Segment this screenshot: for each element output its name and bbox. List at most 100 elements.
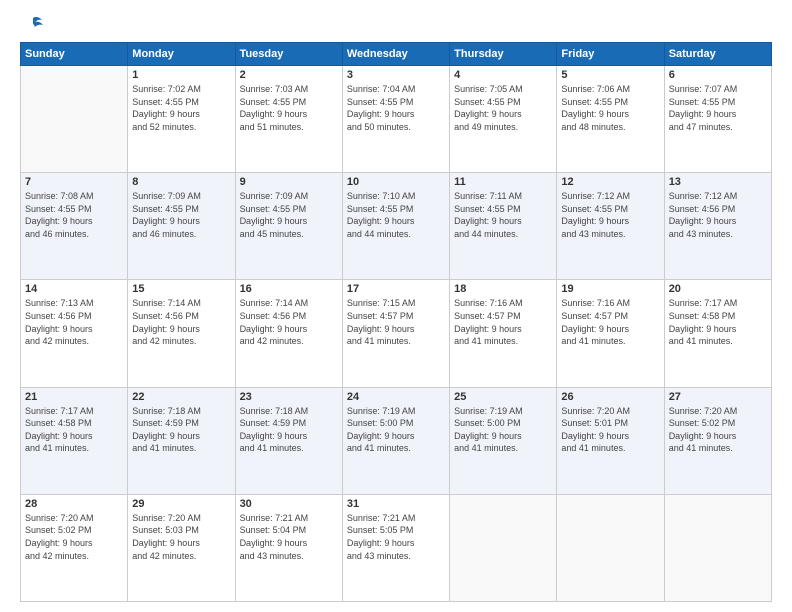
calendar-cell: 14Sunrise: 7:13 AM Sunset: 4:56 PM Dayli… — [21, 280, 128, 387]
day-info: Sunrise: 7:03 AM Sunset: 4:55 PM Dayligh… — [240, 83, 338, 133]
day-info: Sunrise: 7:12 AM Sunset: 4:56 PM Dayligh… — [669, 190, 767, 240]
day-number: 30 — [240, 498, 338, 510]
calendar-cell: 18Sunrise: 7:16 AM Sunset: 4:57 PM Dayli… — [450, 280, 557, 387]
calendar-cell: 11 Sunrise: 7:11 AM Sunset: 4:55 PM Dayli… — [450, 173, 557, 280]
day-number: 16 — [240, 283, 338, 295]
day-number: 31 — [347, 498, 445, 510]
calendar-cell: 19 Sunrise: 7:16 AM Sunset: 4:57 PM Dayli… — [557, 280, 664, 387]
calendar-cell: 1 Sunrise: 7:02 AM Sunset: 4:55 PM Daylig… — [128, 66, 235, 173]
day-number: 11 — [454, 176, 552, 188]
calendar-cell — [450, 494, 557, 601]
day-info: Sunrise: 7:20 AM Sunset: 5:01 PM Dayligh… — [561, 405, 659, 455]
day-info: Sunrise: 7:11 AM Sunset: 4:55 PM Dayligh… — [454, 190, 552, 240]
day-info: Sunrise: 7:05 AM Sunset: 4:55 PM Dayligh… — [454, 83, 552, 133]
calendar-cell: 17 Sunrise: 7:15 AM Sunset: 4:57 PM Dayli… — [342, 280, 449, 387]
calendar-cell: 25Sunrise: 7:19 AM Sunset: 5:00 PM Dayli… — [450, 387, 557, 494]
day-info: Sunrise: 7:10 AM Sunset: 4:55 PM Dayligh… — [347, 190, 445, 240]
day-number: 23 — [240, 391, 338, 403]
day-number: 1 — [132, 69, 230, 81]
calendar-header-row: SundayMondayTuesdayWednesdayThursdayFrid… — [21, 43, 772, 66]
day-number: 6 — [669, 69, 767, 81]
calendar-cell: 28 Sunrise: 7:20 AM Sunset: 5:02 PM Dayli… — [21, 494, 128, 601]
calendar-cell: 13 Sunrise: 7:12 AM Sunset: 4:56 PM Dayli… — [664, 173, 771, 280]
day-number: 14 — [25, 283, 123, 295]
day-info: Sunrise: 7:02 AM Sunset: 4:55 PM Dayligh… — [132, 83, 230, 133]
day-info: Sunrise: 7:07 AM Sunset: 4:55 PM Dayligh… — [669, 83, 767, 133]
day-number: 28 — [25, 498, 123, 510]
calendar-cell: 30 Sunrise: 7:21 AM Sunset: 5:04 PM Dayli… — [235, 494, 342, 601]
day-number: 4 — [454, 69, 552, 81]
day-number: 9 — [240, 176, 338, 188]
day-number: 27 — [669, 391, 767, 403]
calendar-cell — [21, 66, 128, 173]
calendar-cell: 9 Sunrise: 7:09 AM Sunset: 4:55 PM Daylig… — [235, 173, 342, 280]
logo-bird-icon — [22, 16, 44, 34]
day-info: Sunrise: 7:18 AM Sunset: 4:59 PM Dayligh… — [132, 405, 230, 455]
day-info: Sunrise: 7:09 AM Sunset: 4:55 PM Dayligh… — [240, 190, 338, 240]
calendar-cell: 15 Sunrise: 7:14 AM Sunset: 4:56 PM Dayli… — [128, 280, 235, 387]
calendar-header-monday: Monday — [128, 43, 235, 66]
day-number: 7 — [25, 176, 123, 188]
day-info: Sunrise: 7:21 AM Sunset: 5:04 PM Dayligh… — [240, 512, 338, 562]
day-number: 3 — [347, 69, 445, 81]
calendar-cell: 23 Sunrise: 7:18 AM Sunset: 4:59 PM Dayli… — [235, 387, 342, 494]
calendar-header-tuesday: Tuesday — [235, 43, 342, 66]
calendar-cell: 10 Sunrise: 7:10 AM Sunset: 4:55 PM Dayli… — [342, 173, 449, 280]
day-number: 5 — [561, 69, 659, 81]
day-number: 12 — [561, 176, 659, 188]
day-info: Sunrise: 7:20 AM Sunset: 5:02 PM Dayligh… — [669, 405, 767, 455]
day-number: 17 — [347, 283, 445, 295]
calendar-cell: 5 Sunrise: 7:06 AM Sunset: 4:55 PM Daylig… — [557, 66, 664, 173]
calendar-cell: 3 Sunrise: 7:04 AM Sunset: 4:55 PM Daylig… — [342, 66, 449, 173]
day-number: 21 — [25, 391, 123, 403]
calendar-cell: 16Sunrise: 7:14 AM Sunset: 4:56 PM Dayli… — [235, 280, 342, 387]
day-info: Sunrise: 7:16 AM Sunset: 4:57 PM Dayligh… — [454, 297, 552, 347]
day-info: Sunrise: 7:15 AM Sunset: 4:57 PM Dayligh… — [347, 297, 445, 347]
day-info: Sunrise: 7:04 AM Sunset: 4:55 PM Dayligh… — [347, 83, 445, 133]
calendar-cell: 8 Sunrise: 7:09 AM Sunset: 4:55 PM Daylig… — [128, 173, 235, 280]
calendar-table: SundayMondayTuesdayWednesdayThursdayFrid… — [20, 42, 772, 602]
day-number: 19 — [561, 283, 659, 295]
calendar-cell: 26Sunrise: 7:20 AM Sunset: 5:01 PM Dayli… — [557, 387, 664, 494]
day-info: Sunrise: 7:09 AM Sunset: 4:55 PM Dayligh… — [132, 190, 230, 240]
calendar-cell: 22Sunrise: 7:18 AM Sunset: 4:59 PM Dayli… — [128, 387, 235, 494]
day-number: 8 — [132, 176, 230, 188]
calendar-week-row: 28 Sunrise: 7:20 AM Sunset: 5:02 PM Dayli… — [21, 494, 772, 601]
day-number: 15 — [132, 283, 230, 295]
calendar-cell: 6 Sunrise: 7:07 AM Sunset: 4:55 PM Daylig… — [664, 66, 771, 173]
calendar-cell: 27 Sunrise: 7:20 AM Sunset: 5:02 PM Dayli… — [664, 387, 771, 494]
calendar-cell: 20 Sunrise: 7:17 AM Sunset: 4:58 PM Dayli… — [664, 280, 771, 387]
day-number: 13 — [669, 176, 767, 188]
calendar-cell: 12Sunrise: 7:12 AM Sunset: 4:55 PM Dayli… — [557, 173, 664, 280]
calendar-cell: 31 Sunrise: 7:21 AM Sunset: 5:05 PM Dayli… — [342, 494, 449, 601]
calendar-cell: 7 Sunrise: 7:08 AM Sunset: 4:55 PM Daylig… — [21, 173, 128, 280]
calendar-week-row: 14Sunrise: 7:13 AM Sunset: 4:56 PM Dayli… — [21, 280, 772, 387]
calendar-week-row: 1 Sunrise: 7:02 AM Sunset: 4:55 PM Daylig… — [21, 66, 772, 173]
day-info: Sunrise: 7:18 AM Sunset: 4:59 PM Dayligh… — [240, 405, 338, 455]
calendar-cell: 4 Sunrise: 7:05 AM Sunset: 4:55 PM Daylig… — [450, 66, 557, 173]
day-info: Sunrise: 7:14 AM Sunset: 4:56 PM Dayligh… — [132, 297, 230, 347]
calendar-cell — [664, 494, 771, 601]
day-info: Sunrise: 7:20 AM Sunset: 5:02 PM Dayligh… — [25, 512, 123, 562]
day-info: Sunrise: 7:17 AM Sunset: 4:58 PM Dayligh… — [669, 297, 767, 347]
calendar-cell — [557, 494, 664, 601]
header — [20, 16, 772, 32]
calendar-header-sunday: Sunday — [21, 43, 128, 66]
day-info: Sunrise: 7:19 AM Sunset: 5:00 PM Dayligh… — [347, 405, 445, 455]
day-number: 10 — [347, 176, 445, 188]
day-number: 24 — [347, 391, 445, 403]
calendar-week-row: 7 Sunrise: 7:08 AM Sunset: 4:55 PM Daylig… — [21, 173, 772, 280]
calendar-cell: 29Sunrise: 7:20 AM Sunset: 5:03 PM Dayli… — [128, 494, 235, 601]
day-info: Sunrise: 7:16 AM Sunset: 4:57 PM Dayligh… — [561, 297, 659, 347]
calendar-header-thursday: Thursday — [450, 43, 557, 66]
day-info: Sunrise: 7:06 AM Sunset: 4:55 PM Dayligh… — [561, 83, 659, 133]
calendar-week-row: 21 Sunrise: 7:17 AM Sunset: 4:58 PM Dayli… — [21, 387, 772, 494]
calendar-cell: 2Sunrise: 7:03 AM Sunset: 4:55 PM Daylig… — [235, 66, 342, 173]
day-number: 20 — [669, 283, 767, 295]
logo — [20, 16, 44, 32]
day-info: Sunrise: 7:17 AM Sunset: 4:58 PM Dayligh… — [25, 405, 123, 455]
calendar-cell: 21 Sunrise: 7:17 AM Sunset: 4:58 PM Dayli… — [21, 387, 128, 494]
day-info: Sunrise: 7:21 AM Sunset: 5:05 PM Dayligh… — [347, 512, 445, 562]
day-info: Sunrise: 7:08 AM Sunset: 4:55 PM Dayligh… — [25, 190, 123, 240]
day-info: Sunrise: 7:20 AM Sunset: 5:03 PM Dayligh… — [132, 512, 230, 562]
